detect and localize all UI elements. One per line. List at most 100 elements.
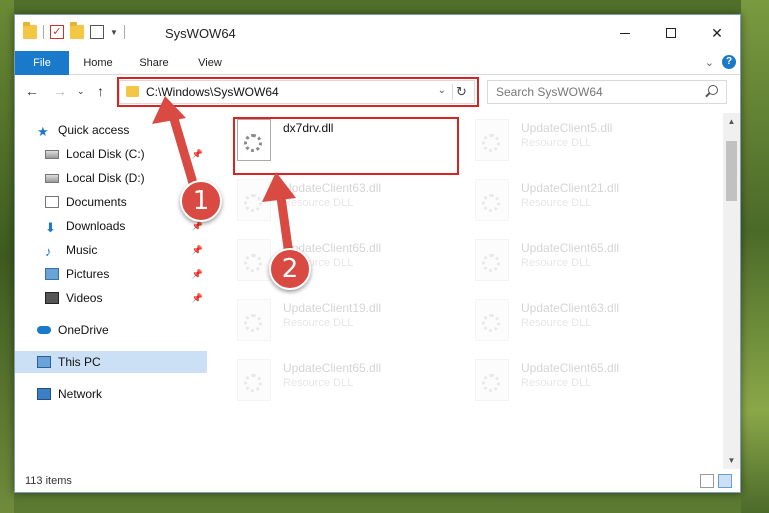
recent-locations-chevron-icon[interactable]: ⌄ [77, 86, 85, 97]
forward-arrow-icon[interactable]: → [53, 83, 67, 99]
file-type: Resource DLL [521, 257, 592, 269]
sidebar-item-videos[interactable]: Videos 📌 [15, 287, 207, 309]
gear-icon [482, 374, 500, 392]
sidebar-item-label: Videos [66, 291, 103, 305]
sidebar-item-label: OneDrive [58, 323, 109, 337]
quick-access-toolbar: ✓ ▼ [23, 22, 125, 39]
item-count: 113 items [25, 475, 72, 487]
sidebar-item-label: Pictures [66, 267, 110, 281]
maximize-icon [666, 28, 676, 38]
dll-file-icon [475, 179, 509, 221]
title-bar: ✓ ▼ SysWOW64 ✕ [15, 15, 740, 51]
sidebar-item-pictures[interactable]: Pictures 📌 [15, 263, 207, 285]
file-name: UpdateClient63.dll [521, 301, 620, 315]
sidebar-item-local-disk-d[interactable]: Local Disk (D:) [15, 167, 207, 189]
sidebar-item-music[interactable]: ♪ Music 📌 [15, 239, 207, 261]
file-name: UpdateClient65.dll [521, 241, 620, 255]
gear-icon [244, 254, 262, 272]
scroll-up-icon[interactable]: ▲ [723, 113, 740, 130]
step-1-badge: 1 [180, 180, 222, 222]
file-type: Resource DLL [283, 317, 354, 329]
drive-icon [45, 173, 59, 183]
folder-icon [23, 22, 37, 39]
tab-home[interactable]: Home [73, 51, 123, 75]
search-input[interactable]: Search SysWOW64 [487, 80, 727, 104]
file-type: Resource DLL [283, 377, 354, 389]
sidebar-item-label: Network [58, 387, 103, 401]
pin-icon: 📌 [191, 244, 203, 255]
sidebar-item-label: Quick access [58, 123, 130, 137]
document-icon [45, 196, 59, 208]
scroll-down-icon[interactable]: ▼ [723, 452, 740, 469]
file-item[interactable]: UpdateClient63.dll Resource DLL [475, 297, 705, 347]
tab-share[interactable]: Share [129, 51, 179, 75]
pin-icon: 📌 [191, 292, 203, 303]
new-folder-icon[interactable] [70, 22, 84, 39]
minimize-icon [620, 32, 630, 34]
gear-icon [482, 194, 500, 212]
file-item[interactable]: UpdateClient5.dll Resource DLL [475, 117, 705, 167]
close-icon: ✕ [711, 24, 723, 41]
properties-check-icon[interactable]: ✓ [50, 25, 64, 39]
sidebar-item-network[interactable]: Network [15, 383, 207, 405]
sidebar-item-label: Local Disk (D:) [66, 171, 145, 185]
sidebar-item-this-pc[interactable]: This PC [15, 351, 207, 373]
file-item[interactable]: UpdateClient63.dll Resource DLL [237, 177, 467, 227]
file-item[interactable]: UpdateClient21.dll Resource DLL [475, 177, 705, 227]
dll-file-icon [237, 239, 271, 281]
customize-toolbar-icon[interactable] [90, 25, 104, 39]
back-arrow-icon[interactable]: ← [25, 83, 39, 99]
sidebar-item-label: This PC [58, 355, 101, 369]
star-icon: ★ [37, 124, 49, 139]
tab-view[interactable]: View [185, 51, 235, 75]
sidebar-item-label: Local Disk (C:) [66, 147, 145, 161]
dll-file-icon [237, 359, 271, 401]
dll-file-icon [237, 179, 271, 221]
toolbar-separator [123, 25, 125, 39]
sidebar-item-downloads[interactable]: ⬇ Downloads 📌 [15, 215, 207, 237]
window-controls: ✕ [602, 15, 740, 51]
desktop-background-left [0, 0, 14, 513]
sidebar-item-label: Downloads [66, 219, 126, 233]
large-icons-view-icon[interactable] [718, 474, 732, 488]
expand-ribbon-chevron-icon[interactable]: ⌄ [705, 56, 714, 69]
file-item[interactable]: UpdateClient65.dll Resource DLL [475, 357, 705, 407]
desktop-background-right [741, 0, 769, 513]
dll-file-icon [475, 239, 509, 281]
scroll-thumb[interactable] [726, 141, 737, 201]
file-type: Resource DLL [521, 197, 592, 209]
computer-icon [37, 356, 51, 368]
search-icon[interactable] [708, 85, 718, 95]
minimize-button[interactable] [602, 15, 648, 51]
file-item[interactable]: UpdateClient19.dll Resource DLL [237, 297, 467, 347]
gear-icon [482, 134, 500, 152]
close-button[interactable]: ✕ [694, 15, 740, 51]
pin-icon: 📌 [191, 268, 203, 279]
tab-file[interactable]: File [15, 51, 69, 75]
help-icon[interactable]: ? [722, 55, 736, 69]
drive-icon [45, 149, 59, 159]
file-item[interactable]: UpdateClient65.dll Resource DLL [475, 237, 705, 287]
sidebar-item-quick-access[interactable]: ★ Quick access [15, 119, 207, 141]
up-arrow-icon[interactable]: ↑ [97, 83, 104, 99]
file-name: UpdateClient5.dll [521, 121, 613, 135]
file-highlight [233, 117, 459, 175]
sidebar-item-label: Documents [66, 195, 127, 209]
maximize-button[interactable] [648, 15, 694, 51]
sidebar-item-documents[interactable]: Documents 📌 [15, 191, 207, 213]
file-type: Resource DLL [521, 377, 592, 389]
file-type: Resource DLL [521, 317, 592, 329]
dll-file-icon [475, 359, 509, 401]
details-view-icon[interactable] [700, 474, 714, 488]
chevron-down-icon[interactable]: ▼ [110, 28, 118, 37]
vertical-scrollbar[interactable]: ▲ ▼ [723, 113, 740, 469]
address-bar-highlight [117, 77, 479, 107]
gear-icon [244, 194, 262, 212]
sidebar-item-local-disk-c[interactable]: Local Disk (C:) 📌 [15, 143, 207, 165]
sidebar-item-onedrive[interactable]: OneDrive [15, 319, 207, 341]
network-icon [37, 388, 51, 400]
gear-icon [482, 314, 500, 332]
file-item[interactable]: UpdateClient65.dll Resource DLL [237, 357, 467, 407]
pin-icon: 📌 [191, 148, 203, 159]
file-name: UpdateClient19.dll [283, 301, 382, 315]
